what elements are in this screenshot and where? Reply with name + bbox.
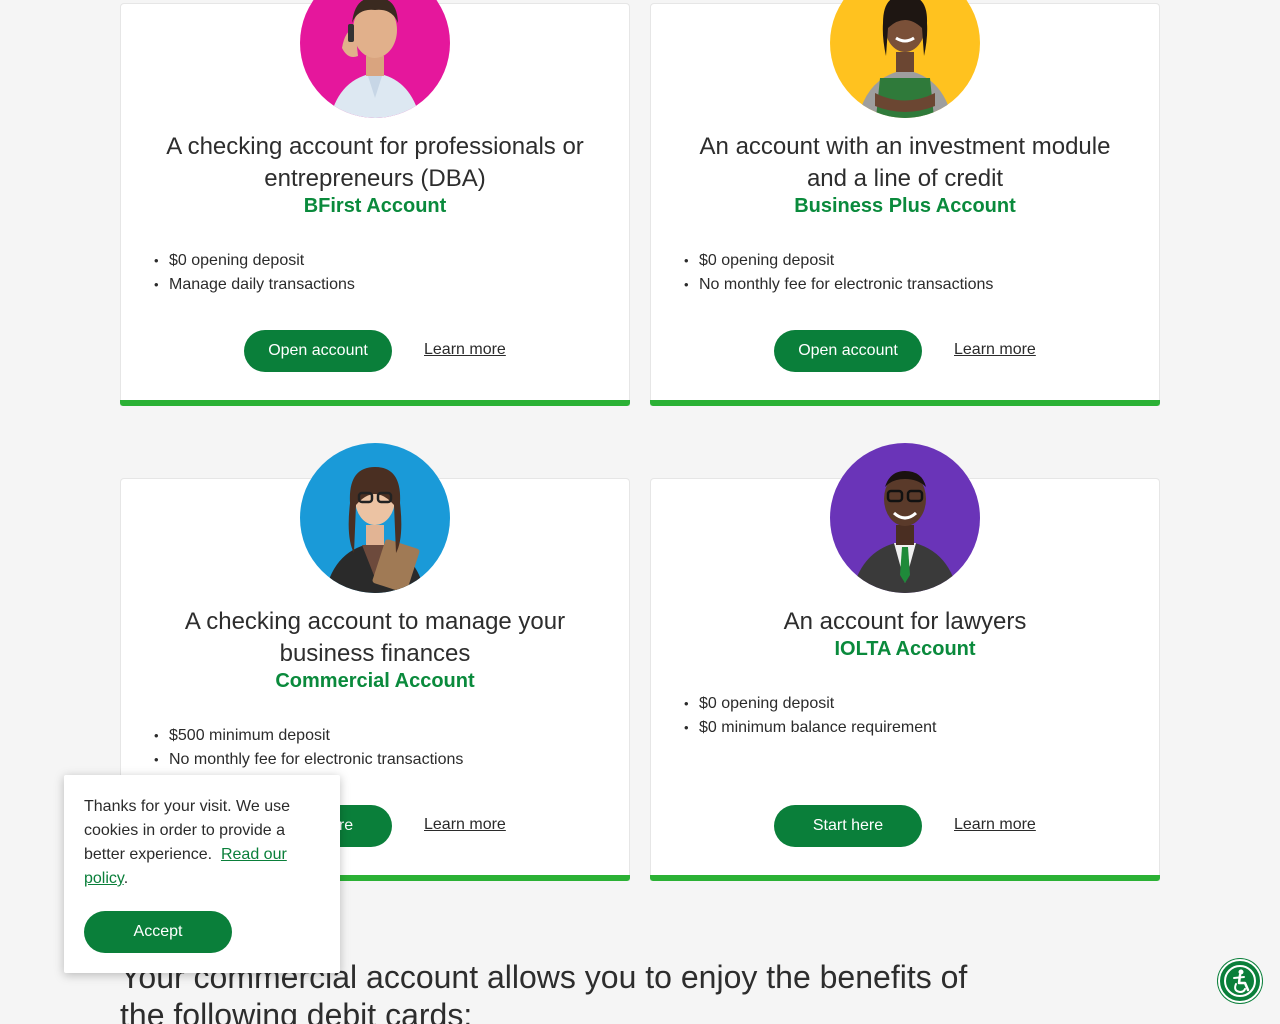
card-account-name: IOLTA Account (834, 638, 976, 660)
card-features-list: $0 opening deposit Manage daily transact… (154, 249, 609, 297)
learn-more-link[interactable]: Learn more (424, 816, 506, 834)
list-item: No monthly fee for electronic transactio… (154, 748, 609, 772)
account-card-bfirst: A checking account for professionals or … (120, 0, 630, 406)
card-features-list: $500 minimum deposit No monthly fee for … (154, 724, 609, 772)
list-item: $500 minimum deposit (154, 724, 609, 748)
professional-avatar (300, 0, 450, 118)
card-account-name: Business Plus Account (794, 195, 1016, 217)
accept-cookies-button[interactable]: Accept (84, 911, 232, 953)
list-item: $0 opening deposit (684, 692, 1139, 716)
list-item: $0 opening deposit (154, 249, 609, 273)
card-title: A checking account to manage your busine… (184, 608, 566, 667)
lawyer-avatar (830, 443, 980, 593)
card-account-name: Commercial Account (275, 670, 475, 692)
learn-more-link[interactable]: Learn more (954, 341, 1036, 359)
learn-more-link[interactable]: Learn more (954, 816, 1036, 834)
list-item: Manage daily transactions (154, 273, 609, 297)
businesswoman-avatar (300, 443, 450, 593)
account-card-business-plus: An account with an investment module and… (650, 0, 1160, 406)
shopkeeper-avatar (830, 0, 980, 118)
accessibility-icon[interactable] (1218, 959, 1262, 1003)
card-title: An account with an investment module and… (699, 133, 1111, 192)
start-here-button[interactable]: Start here (774, 805, 922, 847)
card-title: A checking account for professionals or … (166, 133, 584, 192)
cookie-message: Thanks for your visit. We use cookies in… (84, 798, 290, 887)
card-accent-bar (650, 400, 1160, 406)
card-features-list: $0 opening deposit No monthly fee for el… (684, 249, 1139, 297)
open-account-button[interactable]: Open account (244, 330, 392, 372)
card-accent-bar (650, 875, 1160, 881)
card-account-name: BFirst Account (303, 195, 447, 217)
cookie-consent-banner: Thanks for your visit. We use cookies in… (64, 775, 340, 973)
list-item: No monthly fee for electronic transactio… (684, 273, 1139, 297)
card-accent-bar (120, 400, 630, 406)
learn-more-link[interactable]: Learn more (424, 341, 506, 359)
list-item: $0 minimum balance requirement (684, 716, 1139, 740)
card-title: An account for lawyers (783, 608, 1027, 635)
open-account-button[interactable]: Open account (774, 330, 922, 372)
list-item: $0 opening deposit (684, 249, 1139, 273)
card-features-list: $0 opening deposit $0 minimum balance re… (684, 692, 1139, 740)
account-card-iolta: An account for lawyers IOLTA Account $0 … (650, 443, 1160, 881)
